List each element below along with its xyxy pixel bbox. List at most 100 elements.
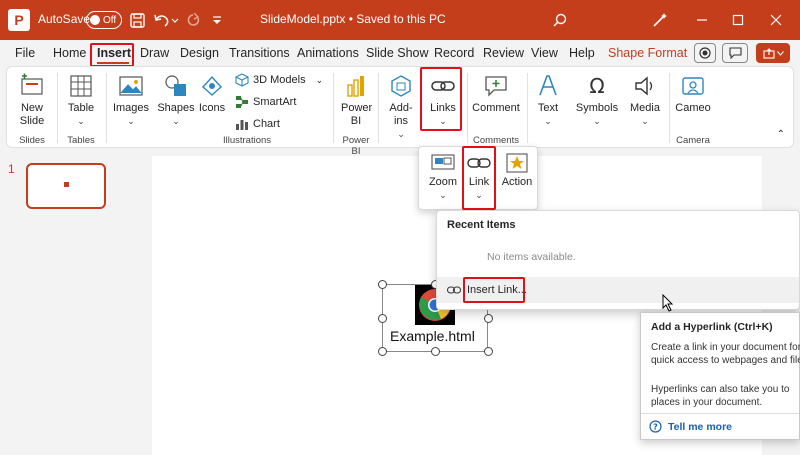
new-slide-icon bbox=[21, 73, 43, 95]
autosave-label: AutoSave bbox=[38, 12, 91, 26]
text-label: Text bbox=[537, 102, 559, 114]
tooltip-divider bbox=[641, 413, 799, 414]
no-items-text: No items available. bbox=[487, 251, 576, 263]
designer-wand-icon[interactable] bbox=[650, 10, 670, 30]
shapes-icon bbox=[165, 75, 186, 96]
tab-record[interactable]: Record bbox=[434, 40, 474, 66]
tab-review[interactable]: Review bbox=[483, 40, 524, 66]
cameo-icon bbox=[682, 77, 704, 95]
chevron-down-icon: ⌄ bbox=[544, 116, 552, 126]
tab-view[interactable]: View bbox=[531, 40, 558, 66]
new-slide-button[interactable]: New Slide bbox=[13, 73, 51, 128]
add-ins-label: Add-ins bbox=[389, 102, 413, 127]
tab-home[interactable]: Home bbox=[53, 40, 86, 66]
zoom-icon bbox=[431, 154, 455, 170]
object-filename: Example.html bbox=[390, 328, 475, 344]
cameo-button[interactable]: Cameo bbox=[673, 73, 713, 115]
tab-animations[interactable]: Animations bbox=[297, 40, 359, 66]
power-bi-label: Power BI bbox=[341, 102, 373, 127]
minimize-icon[interactable] bbox=[692, 10, 712, 30]
chart-label: Chart bbox=[253, 118, 280, 130]
chevron-down-icon: ⌄ bbox=[127, 116, 135, 126]
text-button[interactable]: Text ⌄ bbox=[533, 73, 563, 128]
tab-design[interactable]: Design bbox=[180, 40, 219, 66]
slide-thumbnail-pane: 1 bbox=[0, 150, 140, 455]
comment-button[interactable]: Comment bbox=[471, 73, 521, 115]
tell-me-more-link[interactable]: ? Tell me more bbox=[649, 420, 732, 433]
slide-number: 1 bbox=[8, 162, 15, 176]
undo-icon[interactable] bbox=[152, 10, 180, 30]
link-chain-icon bbox=[447, 286, 461, 294]
chart-button[interactable]: Chart bbox=[235, 117, 280, 131]
3d-models-label: 3D Models bbox=[253, 74, 306, 86]
tooltip-body-1: Create a link in your document for quick… bbox=[651, 342, 800, 366]
symbols-button[interactable]: Ω Symbols ⌄ bbox=[575, 73, 619, 128]
new-slide-label: New Slide bbox=[19, 102, 45, 127]
power-bi-button[interactable]: Power BI bbox=[337, 73, 375, 128]
comment-icon bbox=[485, 76, 507, 97]
insert-link-highlight-box bbox=[463, 277, 525, 303]
powerpoint-logo-icon: P bbox=[8, 9, 30, 31]
tab-help[interactable]: Help bbox=[569, 40, 595, 66]
share-button[interactable] bbox=[756, 43, 790, 63]
action-button[interactable]: Action bbox=[499, 153, 535, 189]
toggle-knob bbox=[90, 15, 100, 25]
shapes-label: Shapes bbox=[157, 102, 195, 114]
tab-draw[interactable]: Draw bbox=[140, 40, 169, 66]
ribbon-separator bbox=[669, 73, 670, 143]
resize-handle[interactable] bbox=[431, 347, 440, 356]
chevron-down-icon: ⌄ bbox=[315, 74, 324, 85]
resize-handle[interactable] bbox=[484, 347, 493, 356]
add-ins-button[interactable]: Add-ins ⌄ bbox=[383, 73, 419, 141]
group-label-power-bi: Power BI bbox=[342, 135, 370, 157]
document-title: SlideModel.pptx • Saved to this PC bbox=[260, 12, 446, 26]
speaker-icon bbox=[635, 76, 653, 96]
ribbon-separator bbox=[57, 73, 58, 143]
autosave-toggle[interactable]: Off bbox=[86, 11, 122, 29]
ribbon-separator bbox=[467, 73, 468, 143]
action-label: Action bbox=[501, 176, 533, 188]
comments-button[interactable] bbox=[722, 43, 748, 63]
tab-slide-show[interactable]: Slide Show bbox=[366, 40, 429, 66]
resize-handle[interactable] bbox=[378, 280, 387, 289]
search-icon[interactable] bbox=[550, 10, 570, 30]
shapes-button[interactable]: Shapes ⌄ bbox=[157, 73, 195, 128]
record-icon bbox=[699, 47, 711, 59]
table-icon bbox=[70, 75, 92, 97]
maximize-icon[interactable] bbox=[728, 10, 748, 30]
record-button[interactable] bbox=[694, 43, 716, 63]
chevron-down-icon: ⌄ bbox=[593, 116, 601, 126]
media-button[interactable]: Media ⌄ bbox=[627, 73, 663, 128]
hyperlink-tooltip: Add a Hyperlink (Ctrl+K) Create a link i… bbox=[640, 312, 800, 440]
table-button[interactable]: Table ⌄ bbox=[63, 73, 99, 128]
ribbon-separator bbox=[378, 73, 379, 143]
collapse-ribbon-chevron-up-icon[interactable]: ⌃ bbox=[777, 129, 785, 140]
zoom-label: Zoom bbox=[428, 176, 458, 188]
resize-handle[interactable] bbox=[378, 314, 387, 323]
icons-button[interactable]: Icons bbox=[197, 73, 227, 115]
3d-models-button[interactable]: 3D Models ⌄ bbox=[235, 73, 323, 87]
zoom-button[interactable]: Zoom ⌄ bbox=[425, 153, 461, 202]
smartart-button[interactable]: SmartArt bbox=[235, 95, 296, 109]
table-label: Table bbox=[67, 102, 95, 114]
symbols-label: Symbols bbox=[575, 102, 619, 114]
autosave-state: Off bbox=[103, 14, 117, 26]
add-ins-icon bbox=[391, 75, 411, 97]
customize-toolbar-icon[interactable] bbox=[208, 10, 226, 30]
images-button[interactable]: Images ⌄ bbox=[111, 73, 151, 128]
action-star-icon bbox=[506, 153, 528, 173]
resize-handle[interactable] bbox=[378, 347, 387, 356]
slide-thumbnail[interactable] bbox=[26, 163, 106, 209]
chevron-down-icon bbox=[776, 50, 784, 56]
save-icon[interactable] bbox=[128, 10, 146, 30]
tab-transitions[interactable]: Transitions bbox=[229, 40, 290, 66]
resize-handle[interactable] bbox=[484, 314, 493, 323]
close-icon[interactable] bbox=[766, 10, 786, 30]
ribbon-separator bbox=[106, 73, 107, 143]
text-icon bbox=[539, 75, 557, 96]
redo-icon[interactable] bbox=[184, 10, 202, 30]
tab-shape-format[interactable]: Shape Format bbox=[608, 40, 687, 66]
chevron-down-icon: ⌄ bbox=[77, 116, 85, 126]
tab-file[interactable]: File bbox=[15, 40, 35, 66]
omega-symbol-icon: Ω bbox=[589, 74, 604, 98]
